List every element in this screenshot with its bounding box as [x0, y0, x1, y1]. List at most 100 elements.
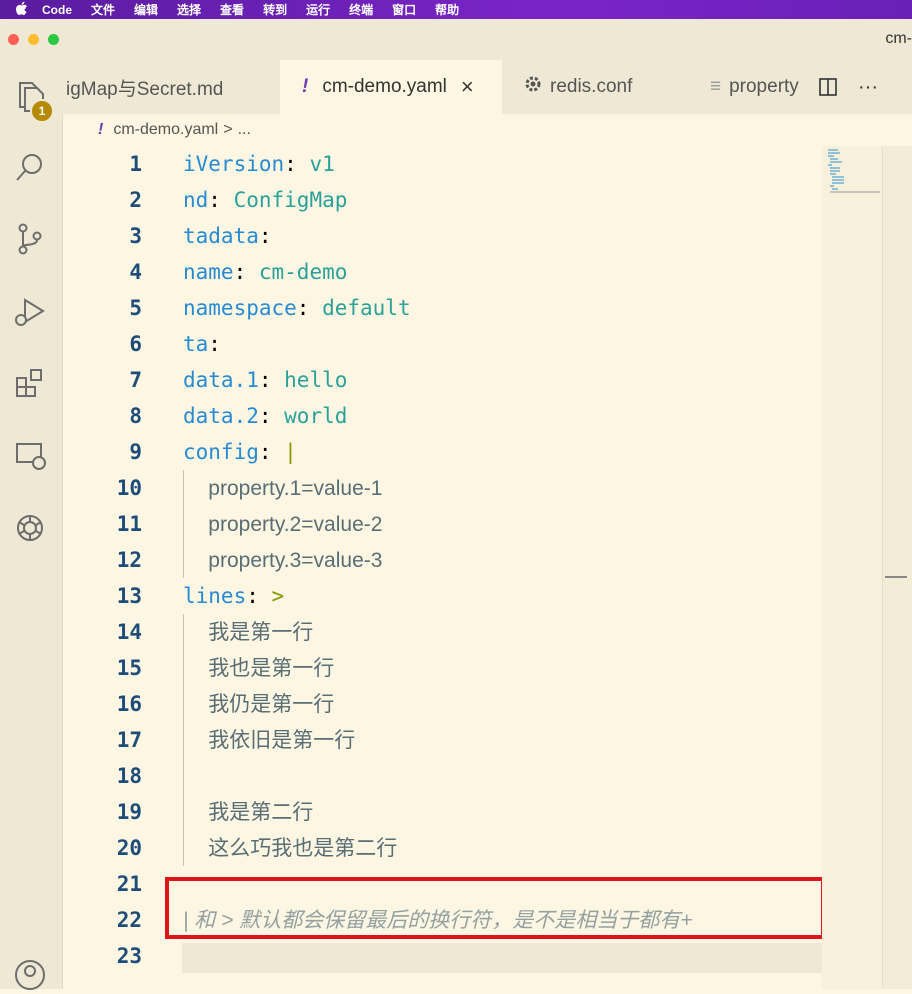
split-editor-icon[interactable] — [818, 60, 846, 114]
tab-property[interactable]: ≡ property — [684, 60, 814, 114]
code-line[interactable]: 18 — [62, 758, 822, 794]
tab-redis-conf[interactable]: redis.conf — [502, 60, 684, 114]
code-line[interactable]: 23 — [62, 938, 822, 974]
tab-label: redis.conf — [550, 76, 633, 97]
minimize-window-button[interactable] — [28, 34, 39, 45]
line-code: 我依旧是第一行 — [183, 722, 355, 759]
extensions-icon[interactable] — [8, 361, 52, 405]
yaml-key: data.1 — [183, 368, 259, 392]
menu-help[interactable]: 帮助 — [435, 1, 459, 18]
tab-label: cm-demo.yaml — [322, 76, 447, 97]
yaml-separator: : — [258, 404, 285, 428]
line-number: 17 — [116, 728, 142, 752]
yaml-separator: : — [208, 332, 221, 356]
line-number: 10 — [116, 476, 142, 500]
code-line[interactable]: 12 property.3=value-3 — [62, 542, 822, 578]
minimap[interactable] — [822, 146, 882, 989]
menu-terminal[interactable]: 终端 — [349, 1, 373, 18]
line-number: 4 — [129, 260, 142, 284]
chatgpt-icon[interactable] — [8, 506, 52, 550]
code-line[interactable]: 16 我仍是第一行 — [62, 686, 822, 722]
code-line[interactable]: 20 这么巧我也是第二行 — [62, 830, 822, 866]
text-file-icon: ≡ — [710, 76, 722, 97]
line-code: data.2: world — [183, 398, 347, 434]
block-text: 我仍是第一行 — [208, 693, 335, 716]
zoom-window-button[interactable] — [48, 34, 59, 45]
line-number: 23 — [116, 944, 142, 968]
apple-menu-icon[interactable] — [0, 1, 42, 19]
code-line[interactable]: 6 ta: — [62, 326, 822, 362]
tab-cm-demo-yaml[interactable]: ! cm-demo.yaml × — [280, 60, 502, 114]
menu-app[interactable]: Code — [42, 3, 72, 17]
yaml-file-icon: ! — [302, 76, 309, 97]
more-actions-icon[interactable]: ··· — [858, 60, 888, 114]
breadcrumb-file[interactable]: cm-demo.yaml — [113, 121, 218, 139]
yaml-value: ConfigMap — [233, 188, 348, 212]
code-editor[interactable]: 1 iVersion: v1 2 nd: ConfigMap 3 tadata: 4 name… — [62, 146, 822, 989]
code-line[interactable]: 17 我依旧是第一行 — [62, 722, 822, 758]
line-code: 我是第二行 — [183, 794, 313, 831]
tab-configmap-secret-md[interactable]: igMap与Secret.md — [62, 60, 276, 114]
menu-edit[interactable]: 编辑 — [134, 1, 158, 18]
account-icon[interactable] — [8, 950, 52, 994]
code-line[interactable]: 8 data.2: world — [62, 398, 822, 434]
line-number: 5 — [129, 296, 142, 320]
block-text: property.1=value-1 — [208, 477, 383, 500]
yaml-key: iVersion — [183, 152, 285, 176]
scroll-position-marker — [885, 576, 907, 578]
code-line[interactable]: 5 namespace: default — [62, 290, 822, 326]
line-number: 9 — [129, 440, 142, 464]
yaml-value: v1 — [309, 152, 335, 176]
menu-window[interactable]: 窗口 — [392, 1, 416, 18]
code-line[interactable]: 4 name: cm-demo — [62, 254, 822, 290]
run-debug-icon[interactable] — [8, 289, 52, 333]
line-code: property.3=value-3 — [183, 542, 382, 579]
yaml-key: namespace — [183, 296, 297, 320]
menu-view[interactable]: 查看 — [220, 1, 244, 18]
close-tab-icon[interactable]: × — [461, 74, 474, 100]
line-code: 我仍是第一行 — [183, 686, 334, 723]
code-line[interactable]: 13 lines: > — [62, 578, 822, 614]
line-code: config: | — [183, 434, 297, 470]
line-number: 13 — [116, 584, 142, 608]
breadcrumb-symbols[interactable]: ... — [238, 121, 251, 139]
yaml-key: tadata — [183, 224, 259, 248]
close-window-button[interactable] — [8, 34, 19, 45]
block-indicator: | — [284, 440, 297, 464]
yaml-separator: : — [246, 584, 272, 608]
remote-explorer-icon[interactable] — [8, 433, 52, 477]
code-line[interactable]: 9 config: | — [62, 434, 822, 470]
line-code: iVersion: v1 — [183, 146, 335, 182]
line-number: 8 — [129, 404, 142, 428]
line-code: property.2=value-2 — [183, 506, 382, 543]
code-line[interactable]: 11 property.2=value-2 — [62, 506, 822, 542]
menu-selection[interactable]: 选择 — [177, 1, 201, 18]
line-number: 19 — [116, 800, 142, 824]
yaml-separator: : — [258, 440, 285, 464]
yaml-key: data.2 — [183, 404, 259, 428]
line-code: ta: — [183, 326, 221, 362]
code-line[interactable]: 1 iVersion: v1 — [62, 146, 822, 182]
code-line[interactable]: 3 tadata: — [62, 218, 822, 254]
block-text: 我是第二行 — [208, 801, 314, 824]
menu-file[interactable]: 文件 — [91, 1, 115, 18]
vertical-scrollbar[interactable] — [882, 146, 912, 989]
code-line[interactable]: 15 我也是第一行 — [62, 650, 822, 686]
code-line[interactable]: 14 我是第一行 — [62, 614, 822, 650]
code-line[interactable]: 19 我是第二行 — [62, 794, 822, 830]
title-bar: cm- — [0, 19, 912, 61]
line-number: 18 — [116, 764, 142, 788]
code-line[interactable]: 10 property.1=value-1 — [62, 470, 822, 506]
yaml-key: config — [183, 440, 259, 464]
code-line[interactable]: 7 data.1: hello — [62, 362, 822, 398]
search-icon[interactable] — [8, 146, 52, 190]
line-number: 14 — [116, 620, 142, 644]
code-line[interactable]: 2 nd: ConfigMap — [62, 182, 822, 218]
menu-bar: Code 文件 编辑 选择 查看 转到 运行 终端 窗口 帮助 — [0, 0, 912, 19]
menu-run[interactable]: 运行 — [306, 1, 330, 18]
menu-go[interactable]: 转到 — [263, 1, 287, 18]
source-control-icon[interactable] — [8, 217, 52, 261]
